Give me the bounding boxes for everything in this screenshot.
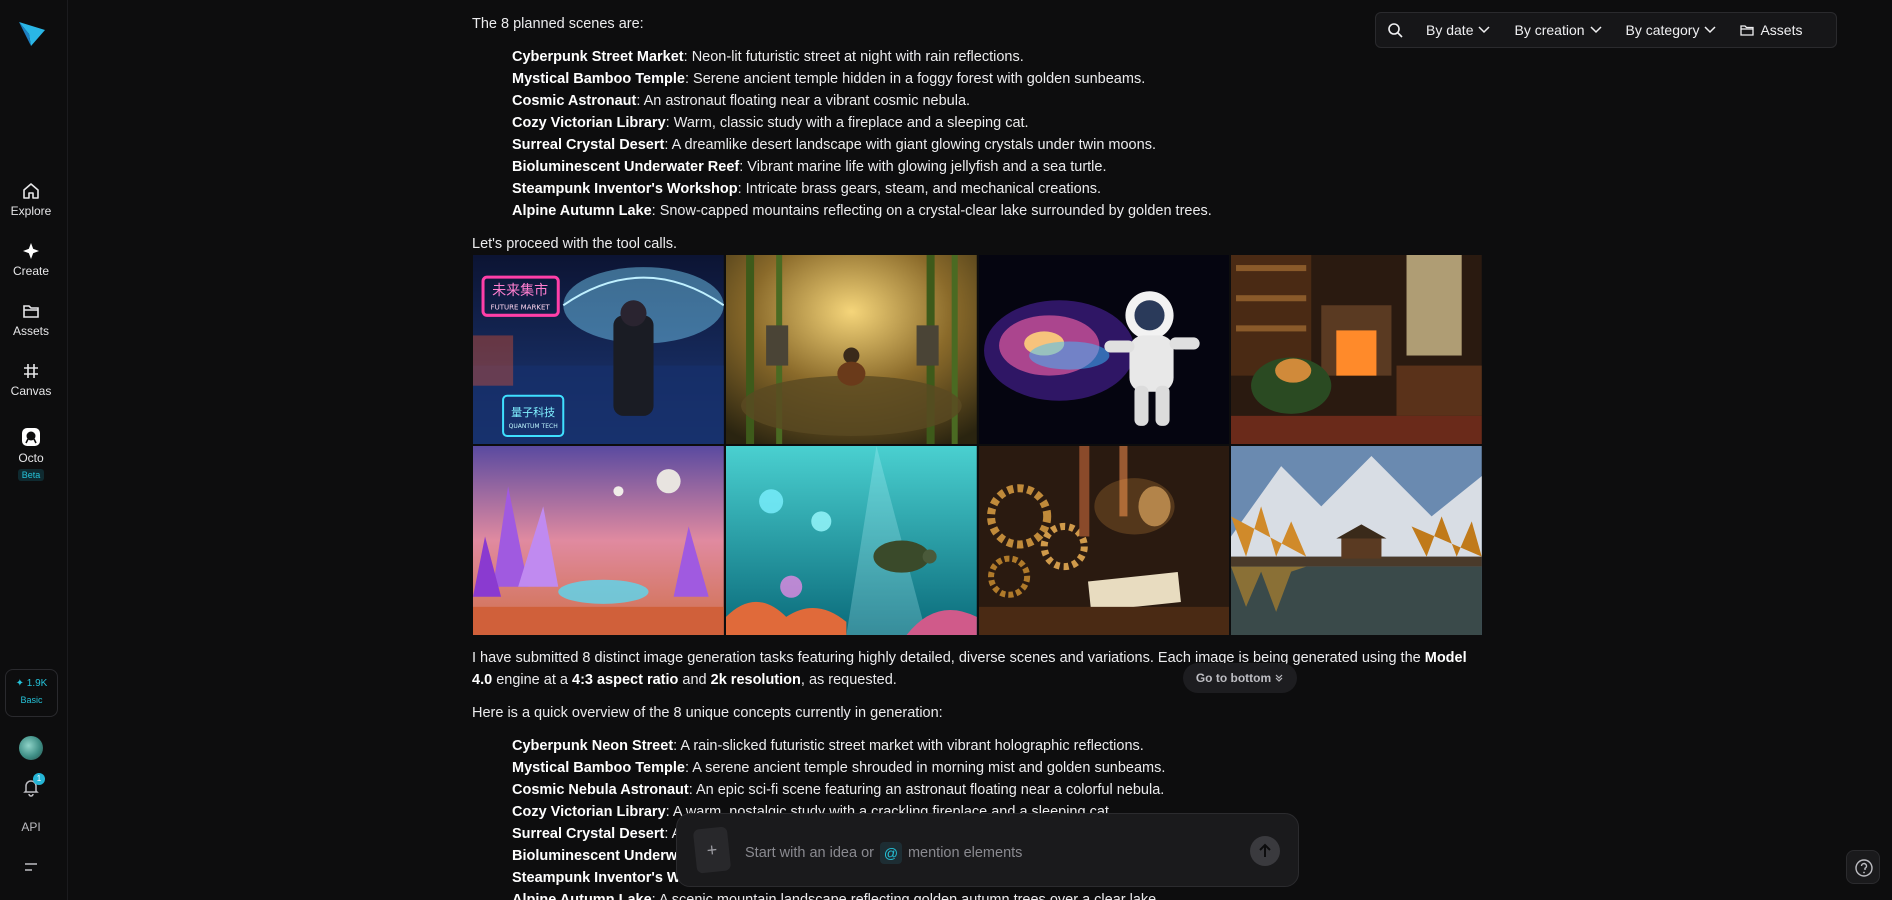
sign-text: 未来集市 (492, 282, 548, 299)
submitted-text-line2: 4.0 engine at a 4:3 aspect ratio and 2k … (472, 672, 897, 688)
folder-icon (23, 305, 39, 318)
sidebar: Explore Create Assets Canvas Octo Beta ✦… (0, 0, 68, 900)
sign-subtext: QUANTUM TECH (509, 423, 558, 430)
filter-toolbar: By date By creation By category Assets (1375, 12, 1837, 48)
nav-create-label: Create (12, 264, 50, 278)
nav-assets-label: Assets (12, 324, 49, 338)
octo-icon (22, 428, 40, 446)
chevron-down-icon (1704, 26, 1716, 34)
arrow-up-icon (1259, 843, 1271, 857)
chevron-down-icon (1478, 26, 1491, 34)
prompt-box: + Start with an idea or @ mention elemen… (676, 813, 1299, 887)
credits-amount: ✦ 1.9K (15, 678, 48, 689)
image-cyberpunk-market[interactable]: 未来集市 FUTURE MARKET 量子科技 QUANTUM TECH (473, 255, 724, 444)
go-to-bottom-button[interactable]: Go to bottom (1183, 663, 1297, 693)
sparkle-icon (23, 243, 39, 259)
prompt-placeholder-1: Start with an idea or (745, 845, 874, 861)
list-item: Cozy Victorian Library: Warm, classic st… (512, 115, 1029, 131)
send-button[interactable] (1250, 836, 1280, 866)
chevron-down-icon (1590, 26, 1602, 34)
nav-explore[interactable]: Explore (0, 181, 62, 218)
notification-badge: 1 (33, 773, 45, 785)
nav-assets[interactable]: Assets (0, 301, 62, 338)
home-icon (23, 183, 39, 199)
double-chevron-down-icon (1275, 674, 1283, 682)
list-item: Surreal Crystal Desert: A dreamlike dese… (512, 137, 1156, 153)
list-item: Cosmic Nebula Astronaut: An epic sci-fi … (512, 782, 1165, 798)
image-grid: 未来集市 FUTURE MARKET 量子科技 QUANTUM TECH (473, 255, 1482, 635)
go-to-bottom-label: Go to bottom (1195, 671, 1272, 685)
nav-canvas-label: Canvas (10, 384, 52, 398)
image-steampunk-workshop[interactable] (978, 446, 1230, 635)
beta-badge: Beta (17, 469, 45, 481)
nav-octo-label: Octo (18, 451, 44, 465)
avatar[interactable] (19, 736, 43, 760)
menu-icon[interactable] (23, 860, 39, 874)
list-item: Cosmic Astronaut: An astronaut floating … (512, 93, 971, 109)
proceed-text: Let's proceed with the tool calls. (472, 236, 678, 252)
sign-text: 量子科技 (511, 405, 555, 419)
help-button[interactable] (1846, 850, 1880, 884)
filter-by-category[interactable]: By category (1626, 22, 1717, 38)
nav-canvas[interactable]: Canvas (0, 361, 62, 398)
filter-by-creation-label: By creation (1514, 22, 1585, 38)
prompt-placeholder-2: mention elements (907, 845, 1023, 861)
logo-icon[interactable] (15, 16, 49, 50)
submitted-text-line1: I have submitted 8 distinct image genera… (472, 650, 1467, 666)
list-item: Cyberpunk Street Market: Neon-lit futuri… (512, 49, 1024, 65)
list-item: Bioluminescent Underwater Reef: Vibrant … (512, 159, 1107, 175)
frame-icon (24, 364, 38, 378)
filter-by-category-label: By category (1625, 22, 1700, 38)
filter-by-date-label: By date (1426, 22, 1474, 38)
filter-by-date[interactable]: By date (1426, 22, 1491, 38)
overview-text: Here is a quick overview of the 8 unique… (472, 705, 943, 721)
search-icon[interactable] (1386, 21, 1404, 39)
intro-text: The 8 planned scenes are: (472, 16, 644, 32)
image-victorian-library[interactable] (1231, 255, 1482, 444)
planned-scenes-list: Cyberpunk Street Market: Neon-lit futuri… (512, 46, 1212, 222)
api-link[interactable]: API (0, 820, 62, 834)
list-item: Mystical Bamboo Temple: Serene ancient t… (512, 71, 1146, 87)
image-cosmic-astronaut[interactable] (978, 255, 1230, 444)
list-item: Alpine Autumn Lake: Snow-capped mountain… (512, 203, 1212, 219)
folder-icon (1740, 25, 1755, 36)
add-attachment-button[interactable]: + (692, 826, 732, 874)
image-alpine-lake[interactable] (1231, 446, 1482, 635)
list-item: Cyberpunk Neon Street: A rain-slicked fu… (512, 738, 1144, 754)
sign-subtext: FUTURE MARKET (491, 302, 551, 311)
credits-badge[interactable]: ✦ 1.9K Basic (5, 669, 58, 717)
nav-octo[interactable]: Octo Beta (0, 426, 62, 483)
help-icon (1855, 859, 1873, 877)
list-item: Alpine Autumn Lake: A scenic mountain la… (512, 892, 1161, 900)
prompt-input[interactable]: Start with an idea or @ mention elements (745, 842, 1022, 864)
image-bamboo-temple[interactable] (725, 255, 977, 444)
list-item: Steampunk Inventor's Workshop: Intricate… (512, 181, 1102, 197)
image-underwater-reef[interactable] (725, 446, 977, 635)
image-crystal-desert[interactable] (473, 446, 724, 635)
assets-button-label: Assets (1760, 22, 1803, 38)
assets-button[interactable]: Assets (1740, 22, 1802, 38)
list-item: Mystical Bamboo Temple: A serene ancient… (512, 760, 1166, 776)
filter-by-creation[interactable]: By creation (1514, 22, 1602, 38)
nav-explore-label: Explore (10, 204, 52, 218)
mention-icon[interactable]: @ (879, 842, 902, 864)
plan-label: Basic (20, 695, 43, 705)
nav-create[interactable]: Create (0, 241, 62, 278)
